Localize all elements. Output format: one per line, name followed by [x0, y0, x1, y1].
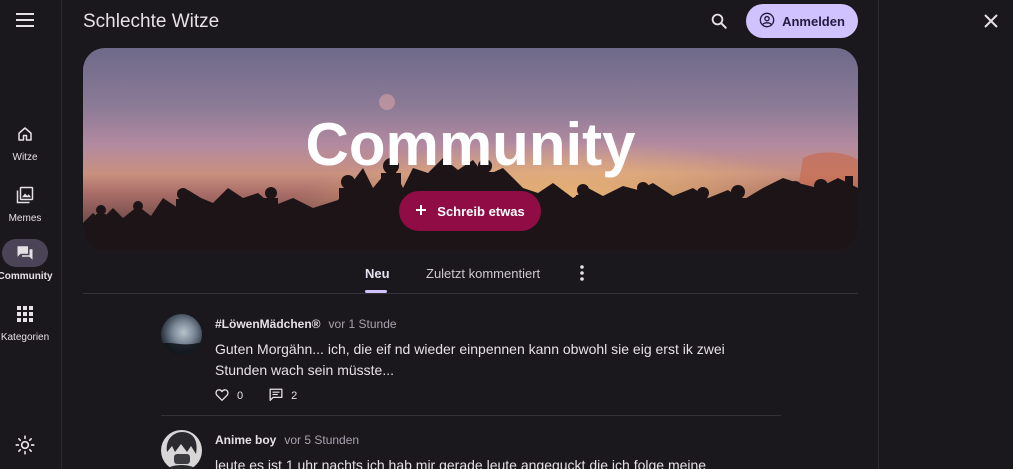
community-hero-banner: Community Schreib etwas [83, 48, 858, 251]
login-button-label: Anmelden [782, 13, 845, 29]
write-post-button[interactable]: Schreib etwas [399, 191, 541, 231]
more-vert-icon[interactable] [575, 264, 589, 282]
nav-item-kategorien[interactable]: Kategorien [0, 300, 50, 343]
home-icon [2, 120, 48, 148]
avatar[interactable] [161, 314, 202, 355]
nav-item-label: Memes [8, 213, 42, 224]
nav-item-memes[interactable]: Memes [0, 181, 50, 224]
post-time: vor 5 Stunden [284, 433, 360, 447]
heart-outline-icon [215, 388, 229, 404]
avatar[interactable] [161, 430, 202, 469]
plus-icon [415, 204, 427, 219]
tab-zuletzt-kommentiert[interactable]: Zuletzt kommentiert [426, 266, 540, 281]
post-time: vor 1 Stunde [328, 317, 397, 331]
post-author-line: #LöwenMädchen® vor 1 Stunde [215, 317, 397, 331]
post-author[interactable]: #LöwenMädchen® [215, 317, 321, 331]
post-author[interactable]: Anime boy [215, 433, 276, 447]
image-gallery-icon [2, 181, 48, 209]
account-circle-icon [759, 12, 775, 31]
post-divider [161, 415, 781, 416]
post-author-line: Anime boy vor 5 Stunden [215, 433, 359, 447]
post-text: leute es ist 1 uhr nachts ich hab mir ge… [215, 457, 707, 469]
comment-count: 2 [291, 390, 298, 402]
comment-button[interactable]: 2 [269, 388, 297, 404]
like-button[interactable]: 0 [215, 388, 243, 404]
tabs-divider [83, 293, 858, 294]
write-post-label: Schreib etwas [437, 203, 525, 219]
navigation-rail: Witze Memes Community Kategorien [0, 0, 62, 469]
nav-item-label: Witze [12, 152, 38, 163]
menu-icon[interactable] [13, 9, 37, 31]
forum-icon [2, 239, 48, 267]
comment-icon [269, 388, 283, 404]
nav-item-witze[interactable]: Witze [0, 120, 50, 163]
panel-divider [878, 0, 879, 469]
login-button[interactable]: Anmelden [746, 4, 858, 38]
post-text: Guten Morgähn... ich, die eif nd wieder … [215, 341, 725, 378]
nav-item-community[interactable]: Community [0, 239, 53, 282]
theme-toggle-sun-icon[interactable] [13, 433, 37, 457]
hero-title: Community [305, 111, 636, 178]
post-item[interactable]: #LöwenMädchen® vor 1 Stunde Guten Morgähn… [161, 314, 781, 424]
grid-apps-icon [2, 300, 48, 328]
like-count: 0 [237, 390, 244, 402]
nav-item-label: Community [0, 271, 53, 282]
close-icon[interactable] [980, 10, 1002, 32]
nav-item-label: Kategorien [0, 332, 50, 343]
tab-neu[interactable]: Neu [365, 266, 390, 281]
post-item[interactable]: Anime boy vor 5 Stunden leute es ist 1 uh… [161, 430, 781, 469]
app-title: Schlechte Witze [83, 11, 220, 32]
post-actions: 0 2 [215, 388, 297, 404]
search-icon[interactable] [708, 10, 730, 32]
